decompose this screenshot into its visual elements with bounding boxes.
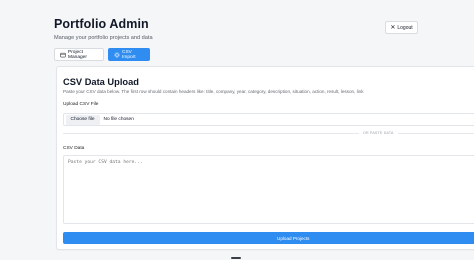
tab-label: Project Manager (68, 49, 87, 60)
choose-file-button[interactable]: Choose file (65, 114, 100, 125)
upload-button-label: Upload Projects (277, 235, 310, 241)
upload-projects-button[interactable]: Upload Projects (63, 232, 474, 244)
or-paste-divider-label: OR PASTE DATA (359, 130, 398, 135)
logout-button[interactable]: ✕ Logout (385, 21, 418, 34)
card-title: CSV Data Upload (63, 77, 139, 87)
page-title: Portfolio Admin (54, 17, 149, 31)
close-icon: ✕ (390, 24, 396, 31)
scroll-indicator (231, 257, 241, 259)
tab-project-manager[interactable]: Project Manager (54, 48, 104, 61)
csv-data-textarea[interactable] (63, 155, 474, 224)
page-subtitle: Manage your portfolio projects and data (54, 35, 153, 41)
gear-icon (114, 51, 120, 58)
tab-csv-import[interactable]: CSV Import (108, 48, 150, 61)
logout-label: Logout (397, 24, 413, 31)
file-upload-label: Upload CSV File (63, 102, 99, 107)
card-description: Paste your CSV data below. The first row… (63, 89, 364, 94)
tab-label: CSV Import (122, 49, 136, 60)
folder-icon (60, 52, 66, 57)
file-input[interactable]: Choose file No file chosen (63, 113, 474, 126)
file-status-text: No file chosen (103, 117, 134, 122)
csv-upload-card: CSV Data Upload Paste your CSV data belo… (56, 66, 474, 250)
page-header: Portfolio Admin Manage your portfolio pr… (54, 17, 153, 41)
tab-bar: Project Manager CSV Import (54, 48, 150, 61)
divider (63, 133, 474, 134)
csv-data-label: CSV Data (63, 146, 85, 151)
